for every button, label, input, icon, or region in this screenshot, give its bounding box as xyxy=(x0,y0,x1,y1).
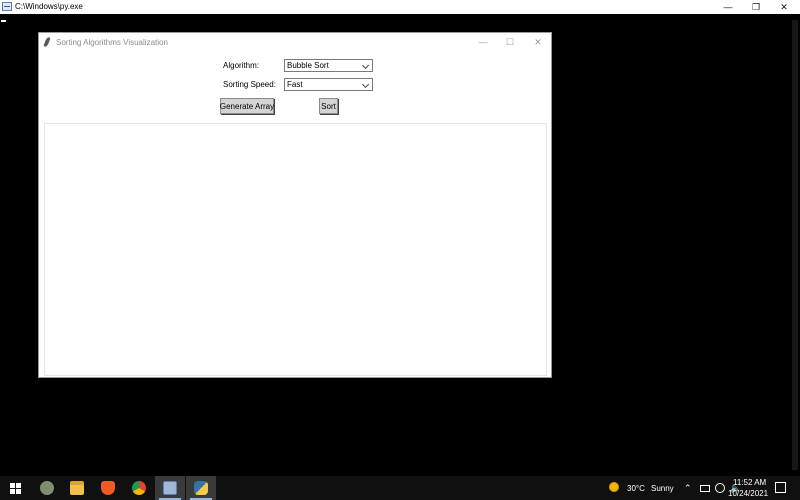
visualization-canvas xyxy=(44,123,547,376)
chevron-down-icon[interactable] xyxy=(362,80,371,89)
taskbar: 30°C Sunny ⌃ 🔈 11:52 AM 10/24/2021 xyxy=(0,476,800,500)
close-button[interactable]: ✕ xyxy=(525,35,551,49)
python-icon xyxy=(194,481,208,495)
console-close-button[interactable]: ✕ xyxy=(770,0,798,14)
taskbar-app-file-explorer[interactable] xyxy=(62,476,92,500)
sorting-speed-select-value: Fast xyxy=(287,80,303,89)
taskbar-app-python[interactable] xyxy=(186,476,216,500)
chrome-icon xyxy=(132,481,146,495)
console-title: C:\Windows\py.exe xyxy=(15,2,83,11)
sorting-speed-label: Sorting Speed: xyxy=(223,80,276,89)
minimize-button[interactable]: — xyxy=(470,35,496,49)
weather-condition[interactable]: Sunny xyxy=(651,484,674,494)
generate-array-button[interactable]: Generate Array xyxy=(220,98,274,114)
tk-content: Algorithm: Bubble Sort Sorting Speed: Fa… xyxy=(39,51,551,377)
taskbar-app-chrome[interactable] xyxy=(124,476,154,500)
sorting-visualizer-window: Sorting Algorithms Visualization — ☐ ✕ A… xyxy=(38,32,552,378)
tk-titlebar[interactable]: Sorting Algorithms Visualization — ☐ ✕ xyxy=(39,33,551,51)
algorithm-select[interactable]: Bubble Sort xyxy=(284,59,373,72)
taskbar-app-py-launcher[interactable] xyxy=(155,476,185,500)
start-button[interactable] xyxy=(0,476,30,500)
clock-time[interactable]: 11:52 AM xyxy=(733,478,766,488)
windows-start-icon xyxy=(9,482,21,494)
feather-app-icon xyxy=(40,481,54,495)
clock-date[interactable]: 10/24/2021 xyxy=(728,489,768,499)
window-title: Sorting Algorithms Visualization xyxy=(56,38,168,47)
taskbar-app-feather[interactable] xyxy=(32,476,62,500)
algorithm-label: Algorithm: xyxy=(223,61,260,70)
console-minimize-button[interactable]: — xyxy=(714,0,742,14)
console-restore-button[interactable]: ❐ xyxy=(742,0,770,14)
battery-icon[interactable] xyxy=(700,485,710,492)
sorting-speed-select[interactable]: Fast xyxy=(284,78,373,91)
notifications-icon[interactable] xyxy=(775,482,786,493)
chevron-down-icon[interactable] xyxy=(362,61,371,70)
chevron-up-icon[interactable]: ⌃ xyxy=(684,483,692,493)
file-explorer-icon xyxy=(70,481,84,495)
weather-temperature[interactable]: 30°C xyxy=(627,484,645,494)
sort-button[interactable]: Sort xyxy=(319,98,338,114)
weather-sun-icon[interactable] xyxy=(609,482,619,492)
network-globe-icon[interactable] xyxy=(715,483,725,493)
taskbar-app-brave[interactable] xyxy=(93,476,123,500)
console-app-icon xyxy=(2,2,12,11)
console-cursor xyxy=(1,20,6,22)
maximize-button[interactable]: ☐ xyxy=(497,35,523,49)
console-titlebar: C:\Windows\py.exe — ❐ ✕ xyxy=(0,0,800,14)
brave-icon xyxy=(101,481,115,495)
py-launcher-icon xyxy=(163,481,177,495)
console-scrollbar[interactable] xyxy=(790,14,800,476)
feather-icon xyxy=(43,36,51,48)
algorithm-select-value: Bubble Sort xyxy=(287,61,329,70)
